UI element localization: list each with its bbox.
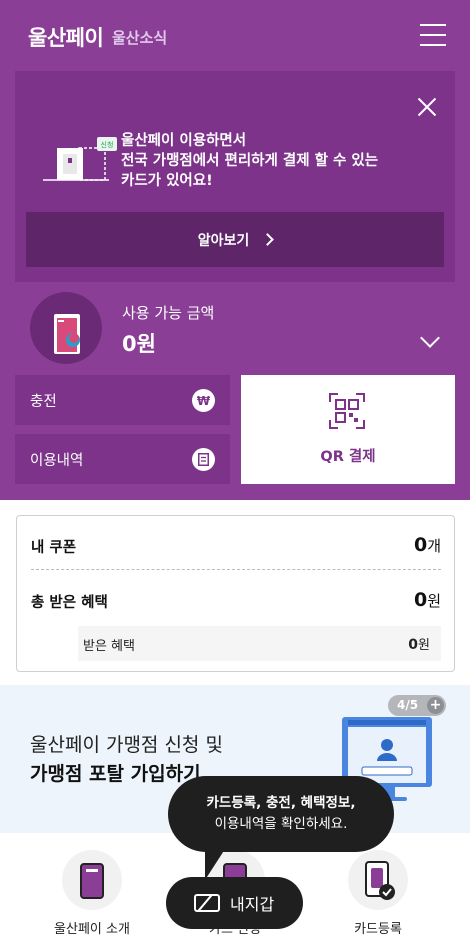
hamburger-menu-icon[interactable] (420, 24, 446, 46)
intro-label[interactable]: 울산페이 소개 (40, 918, 144, 937)
learn-more-label: 알아보기 (197, 232, 250, 249)
my-wallet-button[interactable]: 내지갑 (166, 877, 303, 929)
card-register-icon[interactable] (348, 850, 408, 910)
receipt-icon (192, 448, 215, 471)
banner-line: 카드가 있어요! (121, 173, 213, 189)
coupon-row[interactable]: 내 쿠폰 0개 (31, 534, 441, 557)
app-header: 울산페이 울산소식 (0, 0, 470, 70)
my-wallet-label: 내지갑 (230, 895, 275, 914)
card-application-illustration-icon: 신청 (43, 134, 125, 190)
total-benefit-row: 총 받은 혜택 0원 (31, 589, 441, 612)
intro-icon[interactable] (62, 850, 122, 910)
banner-line: 울산페이 이용하면서 (121, 133, 247, 149)
close-icon[interactable] (417, 97, 437, 117)
tooltip-tail (205, 846, 227, 880)
benefits-card: 내 쿠폰 0개 총 받은 혜택 0원 받은 혜택 0원 (16, 515, 455, 672)
card-image (30, 292, 102, 364)
total-benefit-unit: 원 (427, 592, 441, 610)
chevron-down-icon[interactable] (420, 328, 440, 348)
total-benefit-label: 총 받은 혜택 (31, 595, 108, 611)
news-link[interactable]: 울산소식 (112, 27, 167, 48)
card-register-label[interactable]: 카드등록 (330, 918, 426, 937)
qr-code-icon (329, 393, 365, 429)
wallet-tooltip: 카드등록, 충전, 혜택정보, 이용내역을 확인하세요. (168, 776, 394, 880)
qr-payment-button[interactable]: QR 결제 (241, 375, 455, 484)
divider (31, 569, 441, 570)
top-section: 울산페이 울산소식 신청 울산페이 이용하면서 전국 가맹점에서 편리하게 결제… (0, 0, 470, 500)
won-icon: ₩ (192, 389, 215, 412)
charge-label: 충전 (30, 393, 57, 410)
history-button[interactable]: 이용내역 (15, 434, 230, 484)
tooltip-line-1: 카드등록, 충전, 혜택정보, (206, 795, 356, 811)
brand-title: 울산페이 (28, 26, 104, 50)
received-benefit-unit: 원 (418, 638, 430, 653)
qr-payment-label: QR 결제 (320, 449, 376, 465)
promo-line-1: 울산페이 가맹점 신청 및 (30, 734, 223, 756)
learn-more-button[interactable]: 알아보기 (26, 212, 444, 267)
total-benefit-value: 0 (413, 589, 428, 611)
balance-amount: 0원 (122, 332, 156, 356)
charge-button[interactable]: 충전 ₩ (15, 375, 230, 425)
received-benefit-value: 0 (408, 637, 419, 653)
history-label: 이용내역 (30, 452, 84, 469)
tooltip-line-2: 이용내역을 확인하세요. (214, 816, 348, 832)
badge-label: 신청 (101, 140, 114, 149)
coupon-unit: 개 (427, 537, 441, 555)
chevron-right-icon (261, 233, 275, 246)
coupon-label: 내 쿠폰 (31, 540, 77, 556)
card-promo-banner: 신청 울산페이 이용하면서 전국 가맹점에서 편리하게 결제 할 수 있는 카드… (15, 71, 455, 282)
banner-line: 전국 가맹점에서 편리하게 결제 할 수 있는 (121, 153, 379, 169)
coupon-value: 0 (413, 534, 428, 556)
banner-message: 울산페이 이용하면서 전국 가맹점에서 편리하게 결제 할 수 있는 카드가 있… (121, 131, 378, 191)
balance-label: 사용 가능 금액 (122, 304, 215, 322)
promo-line-2: 가맹점 포탈 가입하기 (30, 763, 201, 785)
received-benefit-row: 받은 혜택 0원 (78, 626, 441, 661)
card-slash-icon (194, 894, 220, 912)
received-benefit-label: 받은 혜택 (83, 639, 135, 654)
